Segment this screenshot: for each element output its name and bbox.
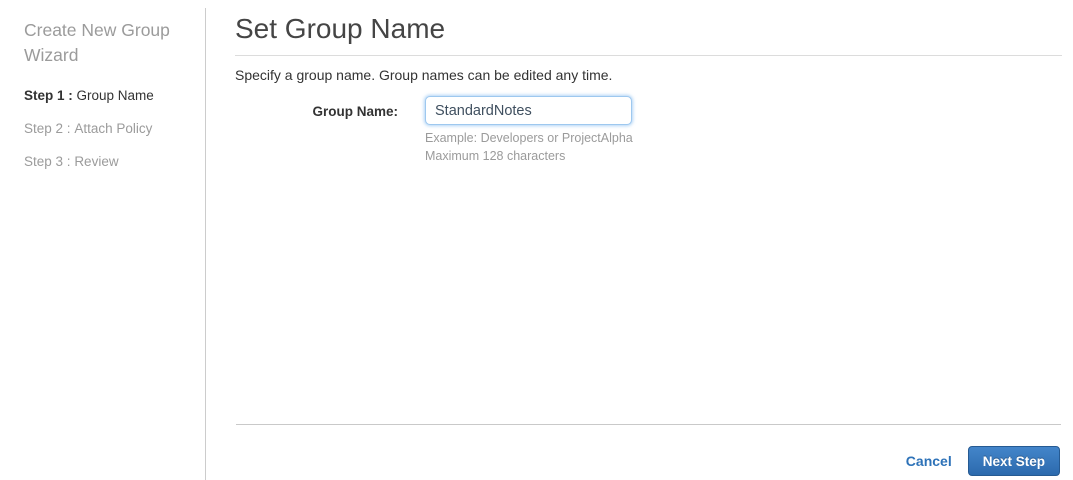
create-group-wizard-screen: Create New Group Wizard Step 1 : Group Na… [0, 0, 1073, 480]
sidebar-step-group-name[interactable]: Step 1 : Group Name [24, 88, 154, 104]
footer-actions: Cancel Next Step [906, 446, 1060, 476]
title-divider [235, 55, 1062, 56]
sidebar-step-review[interactable]: Step 3 : Review [24, 154, 119, 170]
group-name-example-hint: Example: Developers or ProjectAlpha [425, 131, 633, 145]
group-name-input-col: Example: Developers or ProjectAlpha Maxi… [425, 96, 633, 165]
step-label: Attach Policy [74, 121, 153, 136]
group-name-input[interactable] [425, 96, 632, 125]
group-name-maxlength-hint: Maximum 128 characters [425, 149, 566, 163]
wizard-title: Create New Group Wizard [24, 20, 170, 65]
cancel-button[interactable]: Cancel [906, 453, 952, 469]
sidebar-step-attach-policy[interactable]: Step 2 : Attach Policy [24, 121, 152, 137]
main-panel: Set Group Name Specify a group name. Gro… [235, 0, 1062, 165]
next-step-button[interactable]: Next Step [967, 446, 1060, 476]
page-title: Set Group Name [235, 13, 446, 44]
step-label: Group Name [76, 88, 154, 103]
page-description: Specify a group name. Group names can be… [235, 67, 613, 83]
step-prefix: Step 1 : [24, 88, 73, 103]
footer-divider [236, 424, 1061, 425]
step-prefix: Step 3 : [24, 154, 71, 169]
step-prefix: Step 2 : [24, 121, 71, 136]
group-name-label: Group Name: [312, 104, 398, 119]
step-label: Review [74, 154, 119, 169]
sidebar-divider [205, 8, 206, 480]
group-name-form-row: Group Name: Example: Developers or Proje… [235, 96, 1062, 165]
wizard-sidebar: Create New Group Wizard Step 1 : Group Na… [0, 0, 205, 480]
